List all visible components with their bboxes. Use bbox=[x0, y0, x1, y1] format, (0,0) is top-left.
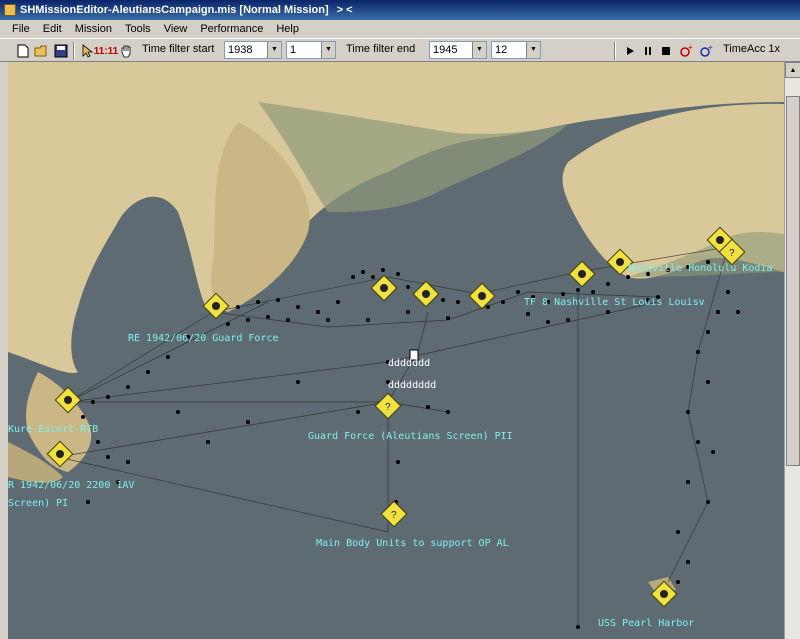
svg-text:+: + bbox=[708, 44, 713, 52]
menu-performance[interactable]: Performance bbox=[200, 23, 263, 35]
stop-icon[interactable] bbox=[657, 42, 675, 60]
play-icon[interactable] bbox=[621, 42, 639, 60]
map-label-ddd-1[interactable]: ddddddd bbox=[388, 358, 430, 369]
chevron-down-icon[interactable]: ▼ bbox=[267, 42, 281, 58]
chevron-down-icon[interactable]: ▼ bbox=[472, 42, 486, 58]
start-month-value: 1 bbox=[290, 44, 297, 56]
svg-text:?: ? bbox=[385, 402, 391, 413]
new-icon[interactable] bbox=[14, 42, 32, 60]
chevron-down-icon[interactable]: ▼ bbox=[321, 42, 335, 58]
add-group-icon[interactable]: + bbox=[697, 42, 715, 60]
time-filter-start-label: Time filter start bbox=[142, 43, 215, 55]
svg-text:+: + bbox=[688, 44, 693, 52]
title-bar: SHMissionEditor-AleutiansCampaign.mis [N… bbox=[0, 0, 800, 20]
map-label-screen-pi[interactable]: Screen) PI bbox=[8, 498, 68, 509]
toolbar-separator bbox=[73, 42, 75, 60]
menu-file[interactable]: File bbox=[12, 23, 30, 35]
time-acc-label: TimeAcc 1x bbox=[723, 43, 781, 55]
map-label-1av[interactable]: R 1942/06/20 2200 1AV bbox=[8, 480, 134, 491]
unit-marker bbox=[568, 260, 596, 288]
end-year-select[interactable]: 1945 ▼ bbox=[429, 41, 487, 59]
menu-view[interactable]: View bbox=[164, 23, 188, 35]
pause-icon[interactable] bbox=[639, 42, 657, 60]
add-unit-icon[interactable]: + bbox=[677, 42, 695, 60]
map-canvas: ? ? ? bbox=[8, 62, 784, 629]
start-year-value: 1938 bbox=[228, 44, 253, 56]
map-label-re[interactable]: RE 1942/06/20 Guard Force bbox=[128, 333, 279, 344]
window-title: SHMissionEditor-AleutiansCampaign.mis [N… bbox=[20, 4, 329, 16]
map-label-rtb[interactable]: Kure-Escort-RTB bbox=[8, 424, 98, 435]
map-label-uss[interactable]: USS Pearl Harbor bbox=[598, 618, 694, 629]
map-label-nashville[interactable]: TF 8 Nashville St Louis Louisv bbox=[524, 297, 705, 308]
save-icon[interactable] bbox=[52, 42, 70, 60]
unit-marker bbox=[412, 280, 440, 308]
scroll-up-icon[interactable]: ▲ bbox=[785, 62, 800, 78]
scroll-thumb[interactable] bbox=[786, 96, 800, 466]
unit-markers: ? ? ? bbox=[46, 226, 746, 608]
mission-map[interactable]: ? ? ? RE 1942/06/20 Guard Force Kure-Esc… bbox=[8, 62, 784, 639]
start-month-select[interactable]: 1 ▼ bbox=[286, 41, 336, 59]
map-label-ddd-2[interactable]: dddddddd bbox=[388, 380, 436, 391]
hand-icon[interactable] bbox=[117, 42, 135, 60]
map-label-guard-force[interactable]: Guard Force (Aleutians Screen) PII bbox=[308, 431, 513, 442]
window-title-extra: > < bbox=[336, 4, 353, 16]
menu-edit[interactable]: Edit bbox=[43, 23, 62, 35]
svg-text:?: ? bbox=[729, 248, 735, 259]
map-label-nashville-2[interactable]: Nashville Honolulu Kodia bbox=[628, 263, 773, 274]
start-year-select[interactable]: 1938 ▼ bbox=[224, 41, 282, 59]
chevron-down-icon[interactable]: ▼ bbox=[526, 42, 540, 58]
unit-marker: ? bbox=[380, 500, 408, 528]
open-icon[interactable] bbox=[33, 42, 51, 60]
end-year-value: 1945 bbox=[433, 44, 458, 56]
unit-marker: ? bbox=[374, 392, 402, 420]
menu-tools[interactable]: Tools bbox=[125, 23, 151, 35]
toolbar-separator bbox=[614, 42, 616, 60]
end-month-value: 12 bbox=[495, 44, 508, 56]
menu-help[interactable]: Help bbox=[276, 23, 299, 35]
svg-text:?: ? bbox=[391, 510, 397, 521]
time-filter-end-label: Time filter end bbox=[346, 43, 416, 55]
app-icon bbox=[4, 4, 16, 16]
menu-mission[interactable]: Mission bbox=[75, 23, 112, 35]
clock-icon[interactable]: 11:11 bbox=[94, 42, 118, 60]
menu-bar: File Edit Mission Tools View Performance… bbox=[0, 20, 800, 38]
map-label-main-body[interactable]: Main Body Units to support OP AL bbox=[316, 538, 509, 549]
end-month-select[interactable]: 12 ▼ bbox=[491, 41, 541, 59]
toolbar: 11:11 Time filter start 1938 ▼ 1 ▼ Time … bbox=[0, 38, 800, 62]
unit-marker bbox=[370, 274, 398, 302]
waypoint-dots bbox=[81, 260, 740, 629]
vertical-scrollbar[interactable]: ▲ bbox=[784, 62, 800, 639]
